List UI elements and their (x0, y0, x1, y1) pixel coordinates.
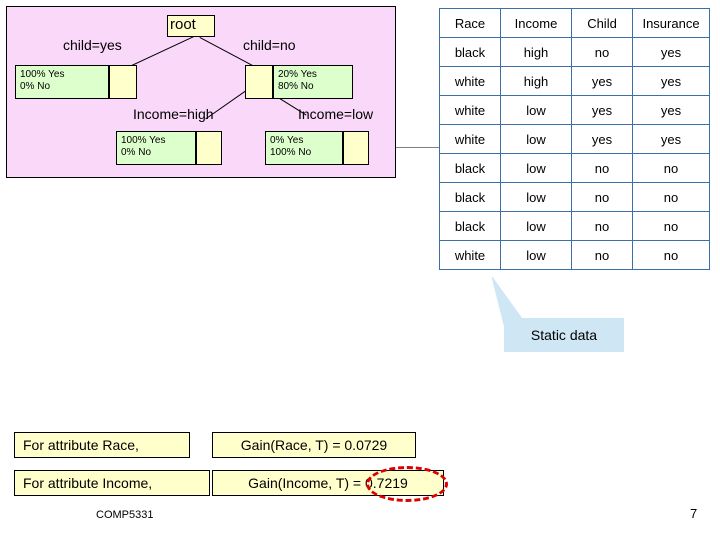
table-cell-child: no (571, 153, 633, 183)
table-cell-race: white (439, 240, 501, 270)
tree-branch-income-high-label: Income=high (133, 106, 214, 122)
tree-node-income-low (343, 131, 369, 165)
tree-leaf-income-high-stats-line1: 100% Yes (121, 135, 166, 146)
table-row: white low yes yes (439, 124, 710, 154)
tree-branch-income-low-label: Income=low (298, 106, 374, 122)
table-row: white high yes yes (439, 66, 710, 96)
tree-leaf-child-yes-stats-line1: 100% Yes (20, 69, 65, 80)
tree-leaf-income-low-stats-line1: 0% Yes (270, 135, 304, 146)
table-cell-income: low (500, 240, 572, 270)
table-row: black low no no (439, 182, 710, 212)
footer-page-number: 7 (690, 506, 698, 521)
table-cell-income: high (500, 66, 572, 96)
table-cell-child: no (571, 182, 633, 212)
table-cell-child: no (571, 37, 633, 67)
statement-income-attribute: For attribute Income, (14, 470, 210, 496)
statement-income-gain: Gain(Income, T) = 0.7219 (212, 470, 444, 496)
table-cell-race: black (439, 153, 501, 183)
table-cell-race: white (439, 124, 501, 154)
table-cell-child: no (571, 240, 633, 270)
table-row: black high no yes (439, 37, 710, 67)
tree-node-child-no (245, 65, 273, 99)
table-cell-race: black (439, 37, 501, 67)
tree-branch-child-yes-label: child=yes (63, 37, 122, 53)
static-data-callout: Static data (504, 318, 624, 352)
table-cell-race: white (439, 95, 501, 125)
table-cell-insurance: no (632, 153, 710, 183)
tree-node-child-no-stats-line2: 80% No (278, 81, 314, 92)
tree-leaf-income-high-stats: 100% Yes 0% No (116, 131, 196, 165)
table-header-row: Race Income Child Insurance (439, 8, 710, 38)
table-cell-income: low (500, 153, 572, 183)
table-cell-child: yes (571, 95, 633, 125)
table-cell-income: high (500, 37, 572, 67)
footer-course-code: COMP5331 (96, 509, 154, 521)
table-cell-race: black (439, 182, 501, 212)
table-row: white low yes yes (439, 95, 710, 125)
tree-leaf-child-yes-stats-line2: 0% No (20, 81, 51, 92)
table-row: black low no no (439, 153, 710, 183)
table-cell-income: low (500, 124, 572, 154)
table-cell-insurance: yes (632, 37, 710, 67)
table-header-race: Race (439, 8, 501, 38)
tree-branch-child-no-label: child=no (243, 37, 296, 53)
table-cell-race: black (439, 211, 501, 241)
table-cell-insurance: no (632, 211, 710, 241)
table-cell-insurance: yes (632, 124, 710, 154)
table-cell-insurance: yes (632, 66, 710, 96)
table-cell-child: no (571, 211, 633, 241)
tree-node-child-no-stats-line1: 20% Yes (278, 69, 317, 80)
tree-leaf-income-low-stats-line2: 100% No (270, 147, 312, 158)
tree-node-child-no-stats: 20% Yes 80% No (273, 65, 353, 99)
statement-race-attribute: For attribute Race, (14, 432, 190, 458)
table-cell-income: low (500, 182, 572, 212)
table-header-income: Income (500, 8, 572, 38)
table-cell-race: white (439, 66, 501, 96)
table-to-tree-connector (396, 147, 440, 148)
statement-race-gain: Gain(Race, T) = 0.0729 (212, 432, 416, 458)
tree-leaf-child-yes-stats: 100% Yes 0% No (15, 65, 109, 99)
tree-leaf-income-high-stats-line2: 0% No (121, 147, 152, 158)
table-cell-child: yes (571, 66, 633, 96)
table-cell-insurance: no (632, 240, 710, 270)
tree-leaf-income-low-stats: 0% Yes 100% No (265, 131, 343, 165)
decision-tree-panel: root child=yes child=no 100% Yes 0% No 2… (6, 6, 396, 178)
table-cell-income: low (500, 211, 572, 241)
table-row: white low no no (439, 240, 710, 270)
training-data-table: Race Income Child Insurance black high n… (439, 8, 710, 270)
table-cell-insurance: yes (632, 95, 710, 125)
table-cell-insurance: no (632, 182, 710, 212)
table-header-insurance: Insurance (632, 8, 710, 38)
table-header-child: Child (571, 8, 633, 38)
tree-root-label: root (170, 16, 196, 33)
tree-node-income-high (196, 131, 222, 165)
table-cell-income: low (500, 95, 572, 125)
table-cell-child: yes (571, 124, 633, 154)
table-row: black low no no (439, 211, 710, 241)
tree-node-child-yes (109, 65, 137, 99)
